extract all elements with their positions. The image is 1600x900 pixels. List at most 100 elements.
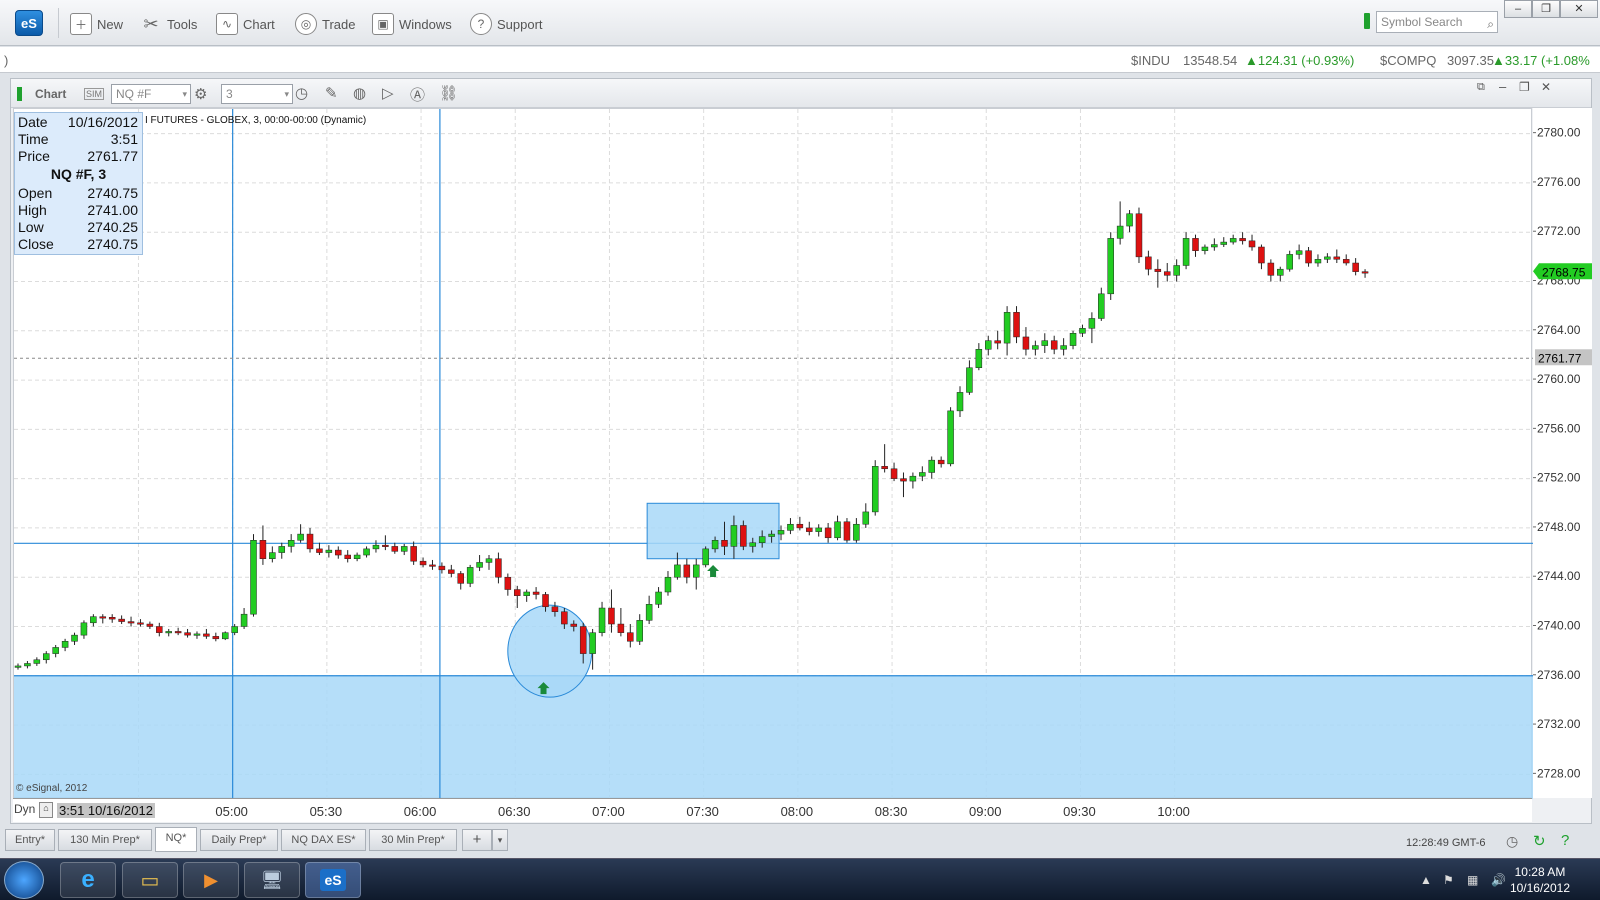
- search-icon[interactable]: ⌕: [1487, 14, 1494, 34]
- tray-expand-icon[interactable]: ▲: [1420, 873, 1432, 887]
- play-icon[interactable]: ▷: [382, 84, 394, 102]
- candle: [532, 587, 540, 600]
- taskbar-remote[interactable]: 🖥: [244, 862, 300, 898]
- windows-button[interactable]: ▣ Windows: [372, 12, 452, 36]
- settings-gear-icon[interactable]: ⚙: [194, 85, 207, 103]
- data-window[interactable]: Date 10/16/2012 Time 3:51 Price 2761.77 NQ …: [14, 112, 143, 255]
- candle-body: [1135, 213, 1143, 258]
- time-value: 3:51: [110, 131, 138, 147]
- candle: [664, 571, 672, 596]
- tab-nq-dax-es[interactable]: NQ DAX ES*: [281, 829, 366, 851]
- new-button[interactable]: ＋ New: [70, 12, 123, 36]
- tab-30-min-prep[interactable]: 30 Min Prep*: [369, 829, 457, 851]
- candle-body: [448, 569, 455, 574]
- candle-body: [542, 594, 549, 608]
- trade-button[interactable]: ◎ Trade: [295, 12, 355, 36]
- candle-body: [419, 560, 427, 566]
- chart-detach-button[interactable]: ⧉: [1477, 81, 1485, 94]
- compq-symbol[interactable]: $COMPQ: [1380, 53, 1436, 68]
- link-badge-icon[interactable]: SIM: [84, 88, 105, 100]
- consolidation-box: [646, 502, 780, 560]
- restore-button[interactable]: ❐: [1532, 0, 1560, 18]
- symbol-select[interactable]: NQ #F ▾: [111, 84, 191, 104]
- symbol-search-input[interactable]: Symbol Search ⌕: [1376, 11, 1498, 33]
- link-icon[interactable]: ⛓: [439, 84, 458, 102]
- y-tick-label: 2744.00: [1537, 569, 1581, 583]
- y-tick-label: 2780.00: [1537, 126, 1581, 140]
- candle: [278, 542, 286, 559]
- candle-body: [692, 564, 700, 578]
- tab-nq[interactable]: NQ*: [155, 827, 197, 852]
- indu-symbol[interactable]: $INDU: [1131, 53, 1170, 68]
- taskbar-media[interactable]: ▶: [183, 862, 239, 898]
- candle: [43, 651, 50, 664]
- x-tick-label: 07:00: [592, 804, 625, 819]
- add-tab-button[interactable]: +: [462, 829, 492, 851]
- candle-body: [956, 392, 964, 412]
- candle-body: [655, 591, 662, 605]
- esignal-logo[interactable]: eS: [15, 10, 43, 36]
- open-label: Open: [18, 185, 53, 201]
- chart-plot-area[interactable]: [13, 108, 1533, 799]
- candle: [146, 621, 154, 629]
- taskbar-clock[interactable]: 10:28 AM 10/16/2012: [1510, 864, 1570, 896]
- candlestick-chart[interactable]: [14, 109, 1533, 799]
- tools-button[interactable]: ✂ Tools: [140, 12, 197, 36]
- toolbar-separator: [58, 8, 59, 38]
- candle: [99, 614, 107, 624]
- candle-body: [909, 475, 917, 482]
- candle: [372, 540, 380, 553]
- help-circle-icon[interactable]: ?: [1561, 832, 1569, 849]
- candle: [692, 558, 700, 590]
- study-icon[interactable]: ◍: [353, 84, 366, 102]
- chart-minimize-button[interactable]: –: [1499, 79, 1506, 94]
- chart-restore-button[interactable]: ❐: [1519, 80, 1530, 94]
- clock-icon[interactable]: ◷: [295, 84, 308, 102]
- refresh-icon[interactable]: ↻: [1533, 832, 1546, 850]
- candle: [862, 503, 870, 528]
- folder-icon: ▭: [140, 869, 160, 892]
- candle: [1022, 327, 1030, 356]
- candle-body: [165, 631, 172, 634]
- taskbar-esignal[interactable]: eS: [305, 862, 361, 898]
- lock-icon[interactable]: ⌂: [39, 802, 53, 818]
- candle: [1163, 263, 1171, 282]
- candle-body: [787, 523, 794, 531]
- time-axis[interactable]: 04:3005:0005:3006:0006:3007:0007:3008:00…: [13, 798, 1532, 822]
- candle-body: [212, 636, 220, 640]
- dyn-label[interactable]: Dyn: [14, 802, 35, 816]
- tray-volume-icon[interactable]: 🔊: [1491, 873, 1506, 887]
- y-tick-label: 2772.00: [1537, 224, 1581, 238]
- candle-body: [824, 527, 832, 539]
- chart-button[interactable]: ∿ Chart: [216, 12, 275, 36]
- pencil-icon[interactable]: ✎: [325, 84, 338, 102]
- candle: [184, 628, 191, 638]
- taskbar-ie[interactable]: e: [60, 862, 116, 898]
- minimize-button[interactable]: –: [1504, 0, 1532, 18]
- tab-130-min-prep[interactable]: 130 Min Prep*: [58, 829, 152, 851]
- candle: [335, 546, 342, 559]
- candle: [1229, 234, 1237, 245]
- tab-daily-prep[interactable]: Daily Prep*: [200, 829, 278, 851]
- candle-body: [306, 533, 314, 550]
- time-label: Time: [18, 131, 49, 147]
- taskbar-explorer[interactable]: ▭: [122, 862, 178, 898]
- tab-menu-chevron-icon[interactable]: ▾: [492, 829, 508, 851]
- chart-close-button[interactable]: ✕: [1541, 80, 1551, 94]
- candle: [363, 546, 370, 558]
- candle-body: [438, 565, 446, 571]
- tray-action-center-icon[interactable]: ⚑: [1443, 873, 1454, 887]
- candle: [890, 462, 898, 482]
- candle-body: [1352, 262, 1359, 272]
- tray-network-icon[interactable]: ▦: [1467, 873, 1478, 887]
- support-button[interactable]: ? Support: [470, 12, 543, 36]
- alert-icon[interactable]: Ⓐ: [410, 84, 425, 105]
- interval-select[interactable]: 3 ▾: [221, 84, 293, 104]
- candle-body: [937, 459, 945, 465]
- candle-body: [335, 549, 342, 556]
- tab-entry[interactable]: Entry*: [5, 829, 55, 851]
- price-axis[interactable]: 2780.00 2776.00 2772.00 2768.00 2764.00 2760.…: [1533, 108, 1592, 798]
- start-button[interactable]: [4, 861, 44, 899]
- close-button[interactable]: ✕: [1560, 0, 1598, 18]
- candle: [1342, 254, 1350, 266]
